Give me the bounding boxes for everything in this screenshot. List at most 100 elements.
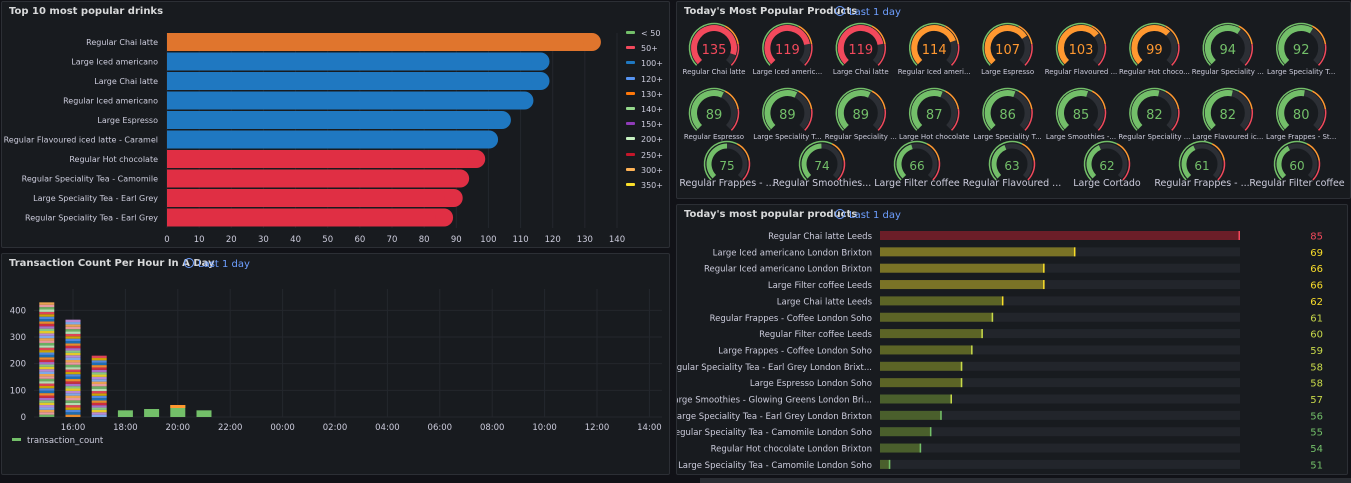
gauge-fill [1086, 145, 1102, 179]
bar-label: Large Chai latte Leeds [777, 297, 873, 307]
bar [167, 189, 454, 207]
stacked-bar-segment [91, 365, 107, 368]
y-category-label: Large Speciality Tea - Earl Grey [33, 194, 158, 203]
bar-value: 62 [1310, 297, 1323, 308]
bar [880, 312, 994, 322]
stacked-bar-segment [39, 338, 55, 341]
gauge-label: Large Cortado [1073, 178, 1141, 189]
stacked-bar-segment [65, 343, 81, 346]
stacked-bar-segment [65, 341, 81, 344]
stacked-bar-segment [91, 355, 107, 359]
stacked-bar-segment [39, 414, 55, 417]
bar-value: 61 [1310, 313, 1323, 324]
bar [880, 247, 1076, 257]
gauge-value: 63 [1004, 159, 1019, 173]
bar [880, 296, 1004, 306]
gauge-label: Large Flavoured ic... [1192, 133, 1263, 141]
top-drinks-panel: Top 10 most popular drinks 0 10 20 30 40 50 60… [1, 1, 670, 248]
legend-label: 150+ [641, 120, 663, 130]
bar [167, 111, 502, 129]
legend-item[interactable]: 350+ [626, 181, 663, 190]
stacked-bar-segment [39, 311, 55, 315]
gauge-label: Regular Chai latte [683, 68, 746, 76]
bar-value: 69 [1310, 248, 1323, 259]
legend-label: transaction_count [27, 436, 104, 446]
stacked-bar-segment [65, 338, 81, 342]
stacked-bar-segment [91, 360, 107, 363]
stacked-bar-segment [39, 378, 55, 382]
bar-value: 60 [1310, 330, 1323, 341]
stacked-bar-segment [91, 374, 107, 377]
bar-cap [531, 72, 550, 90]
gauge-value: 114 [922, 43, 947, 58]
legend-label: 200+ [641, 135, 663, 145]
bar-label: Large Frappes - Coffee London Soho [718, 346, 872, 356]
gauge-value: 86 [999, 108, 1016, 123]
bar-edge [919, 443, 922, 453]
bar [880, 378, 963, 388]
legend-label: 120+ [641, 74, 663, 84]
y-tick-label: 100 [10, 386, 26, 396]
legend-item[interactable]: < 50 [626, 29, 660, 38]
stacked-bar-segment [39, 362, 55, 365]
legend-item[interactable]: 100+ [626, 59, 663, 68]
bar-value: 55 [1310, 428, 1323, 439]
y-tick-label: 400 [10, 306, 26, 316]
legend-item[interactable]: 50+ [626, 44, 658, 53]
stacked-bar-segment [39, 309, 55, 312]
y-category-label: Regular Flavoured iced latte - Caramel [4, 136, 158, 145]
gauge-value: 82 [1220, 108, 1237, 123]
legend-item[interactable]: 200+ [626, 135, 663, 144]
gauges-chart: 135 Regular Chai latte 119 Large Iced ameri… [679, 22, 1345, 189]
legend-swatch [626, 183, 635, 186]
gauge-label: Large Speciality T... [1267, 68, 1335, 76]
stacked-bar-segment [39, 326, 55, 329]
legend-swatch [626, 122, 635, 126]
bar-label: Regular Iced americano London Brixton [704, 265, 872, 275]
bar-value: 66 [1310, 281, 1323, 292]
x-tick-label: 130 [577, 235, 593, 245]
legend-item[interactable]: 150+ [626, 120, 663, 129]
legend-item[interactable]: 250+ [626, 151, 663, 160]
legend-item[interactable]: 300+ [626, 166, 663, 175]
stacked-bar-segment [91, 362, 107, 366]
stacked-bar-segment [39, 359, 55, 363]
bar-edge [1238, 231, 1240, 240]
stacked-bar-segment [91, 367, 107, 370]
stacked-bar-segment [39, 342, 55, 346]
x-tick-label: 10:00 [532, 423, 557, 433]
x-tick-label: 140 [609, 235, 625, 245]
stacked-bar-segment [65, 390, 81, 394]
x-tick-label: 90 [451, 235, 462, 245]
y-tick-label: 300 [10, 333, 26, 343]
bar [167, 91, 525, 110]
stacked-bar-segment [65, 400, 81, 403]
gauge-value: 89 [779, 108, 796, 123]
stacked-bar-segment [91, 372, 107, 375]
stacked-bar-segment [39, 316, 55, 320]
y-category-label: Regular Speciality Tea - Earl Grey [25, 214, 158, 223]
stacked-bar-segment [65, 407, 81, 410]
stacked-bar-segment [65, 369, 81, 372]
legend-item[interactable]: 140+ [626, 105, 663, 114]
gauge-label: Large Iced americ... [753, 68, 823, 76]
gauge-label: Large Chai latte [833, 68, 889, 76]
gauge-label: Large Smoothies -... [1046, 133, 1116, 141]
bar [880, 394, 952, 404]
bar-label: Large Iced americano London Brixton [713, 248, 872, 258]
x-tick-label: 02:00 [323, 423, 348, 433]
legend-item[interactable]: 120+ [626, 75, 663, 84]
gauge-label: Regular Filter coffee [1249, 178, 1344, 189]
bar-cap [467, 150, 486, 168]
stacked-bar-segment [39, 385, 55, 389]
bar-label: Regular Hot chocolate London Brixton [711, 445, 872, 455]
gauge-label: Large Hot chocolate [899, 133, 969, 141]
stacked-bar-segment [91, 386, 107, 389]
stacked-bar-segment [91, 369, 107, 373]
legend-item[interactable]: 130+ [626, 90, 663, 99]
bar [167, 72, 541, 90]
stacked-bar-segment [39, 388, 55, 391]
horizontal-scrollbar[interactable] [700, 478, 1351, 483]
bar [880, 410, 942, 420]
stacked-bar-segment [39, 395, 55, 398]
